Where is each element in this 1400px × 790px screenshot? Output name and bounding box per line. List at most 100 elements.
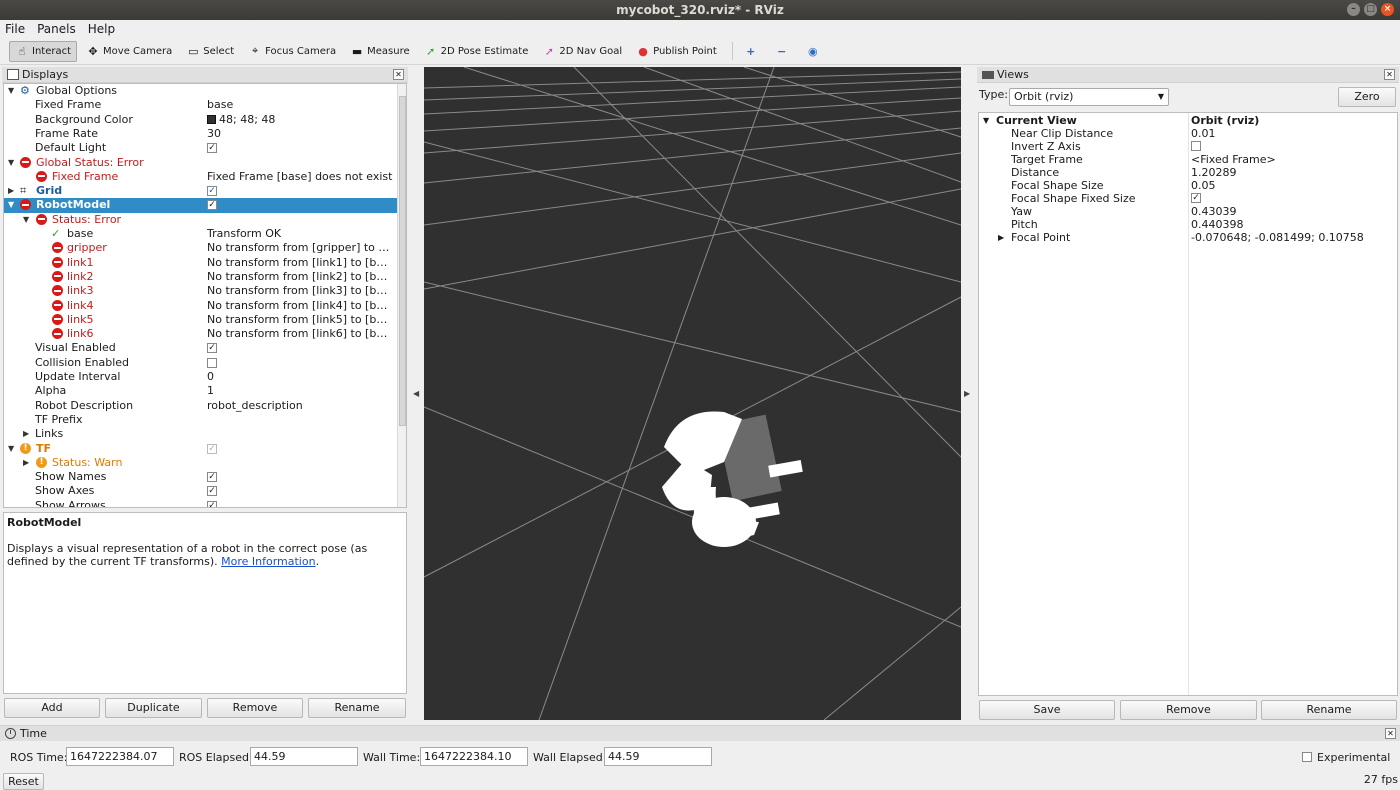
row-value[interactable]: 1 bbox=[207, 384, 393, 398]
row-value[interactable]: 0.05 bbox=[1191, 179, 1216, 192]
remove-display-button[interactable]: Remove bbox=[207, 698, 303, 718]
pose-estimate-tool-button[interactable]: ➚ 2D Pose Estimate bbox=[419, 41, 534, 62]
view-type-dropdown[interactable]: Orbit (rviz) ▼ bbox=[1009, 88, 1169, 106]
tree-row-show-arrows[interactable]: Show Arrows ✓ bbox=[4, 499, 397, 507]
tree-row-link[interactable]: link6 No transform from [link6] to [base… bbox=[4, 327, 397, 341]
row-value[interactable]: 0.440398 bbox=[1191, 218, 1244, 231]
tree-row-show-axes[interactable]: Show Axes ✓ bbox=[4, 484, 397, 498]
view-row[interactable]: Distance 1.20289 bbox=[979, 166, 1397, 179]
tree-row-link[interactable]: link3 No transform from [link3] to [base… bbox=[4, 284, 397, 298]
close-panel-icon[interactable]: ✕ bbox=[1384, 69, 1395, 80]
menu-file[interactable]: File bbox=[5, 22, 25, 36]
right-splitter[interactable]: ▶ bbox=[961, 67, 974, 720]
expand-arrow-icon[interactable]: ▼ bbox=[8, 198, 14, 212]
checkbox-checked[interactable]: ✓ bbox=[207, 143, 217, 154]
ros-elapsed-field[interactable]: 44.59 bbox=[250, 747, 358, 766]
expand-arrow-icon[interactable]: ▼ bbox=[23, 213, 29, 227]
row-value[interactable]: base bbox=[207, 98, 393, 112]
tree-row-visual-enabled[interactable]: Visual Enabled ✓ bbox=[4, 341, 397, 355]
row-value[interactable]: 30 bbox=[207, 127, 393, 141]
row-value[interactable]: -0.070648; -0.081499; 0.10758 bbox=[1191, 231, 1364, 244]
tree-row-grid[interactable]: ▶ ⌗ Grid ✓ bbox=[4, 184, 397, 198]
tree-row-base[interactable]: ✓ base Transform OK bbox=[4, 227, 397, 241]
maximize-icon[interactable]: □ bbox=[1364, 3, 1377, 16]
tree-row-alpha[interactable]: Alpha 1 bbox=[4, 384, 397, 398]
view-row[interactable]: Yaw 0.43039 bbox=[979, 205, 1397, 218]
tree-row-link[interactable]: link1 No transform from [link1] to [base… bbox=[4, 256, 397, 270]
collapse-arrow-icon[interactable]: ▶ bbox=[998, 231, 1004, 244]
tree-row-default-light[interactable]: Default Light ✓ bbox=[4, 141, 397, 155]
views-tree[interactable]: ▼ Current View Orbit (rviz) Near Clip Di… bbox=[978, 112, 1398, 696]
checkbox-checked[interactable]: ✓ bbox=[207, 343, 217, 354]
tree-row-show-names[interactable]: Show Names ✓ bbox=[4, 470, 397, 484]
interact-tool-button[interactable]: ☝ Interact bbox=[9, 40, 78, 62]
tree-row-robotmodel[interactable]: ▼ RobotModel ✓ bbox=[4, 198, 397, 213]
move-camera-tool-button[interactable]: ✥ Move Camera bbox=[81, 41, 177, 62]
tree-row-robot-description[interactable]: Robot Description robot_description bbox=[4, 399, 397, 413]
tree-row-link[interactable]: gripper No transform from [gripper] to [… bbox=[4, 241, 397, 255]
row-value[interactable]: 0.43039 bbox=[1191, 205, 1237, 218]
tree-row-status-error[interactable]: ▼ Status: Error bbox=[4, 213, 397, 227]
expand-arrow-icon[interactable]: ▼ bbox=[8, 442, 14, 456]
view-row[interactable]: Focal Shape Size 0.05 bbox=[979, 179, 1397, 192]
measure-tool-button[interactable]: ▬ Measure bbox=[345, 41, 415, 62]
displays-scrollbar[interactable] bbox=[397, 84, 406, 507]
view-row[interactable]: ▶ Focal Point -0.070648; -0.081499; 0.10… bbox=[979, 231, 1397, 244]
render-viewport[interactable] bbox=[424, 67, 961, 720]
tree-row-background-color[interactable]: Background Color 48; 48; 48 bbox=[4, 113, 397, 127]
tree-row-update-interval[interactable]: Update Interval 0 bbox=[4, 370, 397, 384]
checkbox-unchecked[interactable] bbox=[1191, 141, 1201, 151]
row-value[interactable]: 0 bbox=[207, 370, 393, 384]
current-view-row[interactable]: ▼ Current View Orbit (rviz) bbox=[979, 114, 1397, 127]
expand-arrow-icon[interactable]: ▼ bbox=[8, 156, 14, 170]
displays-tree[interactable]: ▼ ⚙ Global Options Fixed Frame base Back… bbox=[3, 83, 407, 508]
scrollbar-thumb[interactable] bbox=[399, 96, 406, 426]
remove-tool-button[interactable]: − bbox=[770, 41, 797, 62]
checkbox-checked[interactable]: ✓ bbox=[207, 486, 217, 497]
experimental-checkbox[interactable] bbox=[1302, 752, 1312, 762]
checkbox-unchecked[interactable] bbox=[207, 357, 217, 368]
tree-row-fixed-frame-error[interactable]: Fixed Frame Fixed Frame [base] does not … bbox=[4, 170, 397, 184]
view-row[interactable]: Focal Shape Fixed Size ✓ bbox=[979, 192, 1397, 205]
checkbox-checked[interactable]: ✓ bbox=[207, 200, 217, 211]
collapse-right-icon[interactable]: ▶ bbox=[964, 389, 970, 398]
save-view-button[interactable]: Save bbox=[979, 700, 1115, 720]
tree-row-status-warn[interactable]: ▶ ! Status: Warn bbox=[4, 456, 397, 470]
row-value[interactable]: 48; 48; 48 bbox=[207, 113, 393, 127]
tree-row-tf-prefix[interactable]: TF Prefix bbox=[4, 413, 397, 427]
expand-arrow-icon[interactable]: ▼ bbox=[8, 84, 14, 98]
tree-row-global-options[interactable]: ▼ ⚙ Global Options bbox=[4, 84, 397, 98]
close-icon[interactable]: × bbox=[1381, 3, 1394, 16]
wall-time-field[interactable]: 1647222384.10 bbox=[420, 747, 528, 766]
zero-button[interactable]: Zero bbox=[1338, 87, 1396, 107]
tree-row-frame-rate[interactable]: Frame Rate 30 bbox=[4, 127, 397, 141]
tree-row-link[interactable]: link4 No transform from [link4] to [base… bbox=[4, 299, 397, 313]
wall-elapsed-field[interactable]: 44.59 bbox=[604, 747, 712, 766]
camera-type-button[interactable]: ◉ bbox=[801, 41, 828, 62]
ros-time-field[interactable]: 1647222384.07 bbox=[66, 747, 174, 766]
row-value[interactable]: 1.20289 bbox=[1191, 166, 1237, 179]
more-information-link[interactable]: More Information bbox=[221, 555, 315, 568]
view-row[interactable]: Pitch 0.440398 bbox=[979, 218, 1397, 231]
remove-view-button[interactable]: Remove bbox=[1120, 700, 1257, 720]
duplicate-display-button[interactable]: Duplicate bbox=[105, 698, 202, 718]
publish-point-tool-button[interactable]: ● Publish Point bbox=[631, 41, 722, 62]
collapse-left-icon[interactable]: ◀ bbox=[413, 389, 419, 398]
expand-arrow-icon[interactable]: ▼ bbox=[983, 114, 989, 127]
menu-panels[interactable]: Panels bbox=[37, 22, 76, 36]
tree-row-collision-enabled[interactable]: Collision Enabled bbox=[4, 356, 397, 370]
reset-button[interactable]: Reset bbox=[3, 773, 44, 790]
tree-row-link[interactable]: link2 No transform from [link2] to [base… bbox=[4, 270, 397, 284]
collapse-arrow-icon[interactable]: ▶ bbox=[23, 427, 29, 441]
nav-goal-tool-button[interactable]: ➚ 2D Nav Goal bbox=[537, 41, 627, 62]
close-panel-icon[interactable]: ✕ bbox=[1385, 728, 1396, 739]
minimize-icon[interactable]: – bbox=[1347, 3, 1360, 16]
view-row[interactable]: Near Clip Distance 0.01 bbox=[979, 127, 1397, 140]
tree-row-links[interactable]: ▶ Links bbox=[4, 427, 397, 441]
view-row[interactable]: Target Frame <Fixed Frame> bbox=[979, 153, 1397, 166]
add-display-button[interactable]: Add bbox=[4, 698, 100, 718]
checkbox-checked[interactable]: ✓ bbox=[207, 186, 217, 197]
close-panel-icon[interactable]: ✕ bbox=[393, 69, 404, 80]
select-tool-button[interactable]: ▭ Select bbox=[181, 41, 239, 62]
collapse-arrow-icon[interactable]: ▶ bbox=[23, 456, 29, 470]
